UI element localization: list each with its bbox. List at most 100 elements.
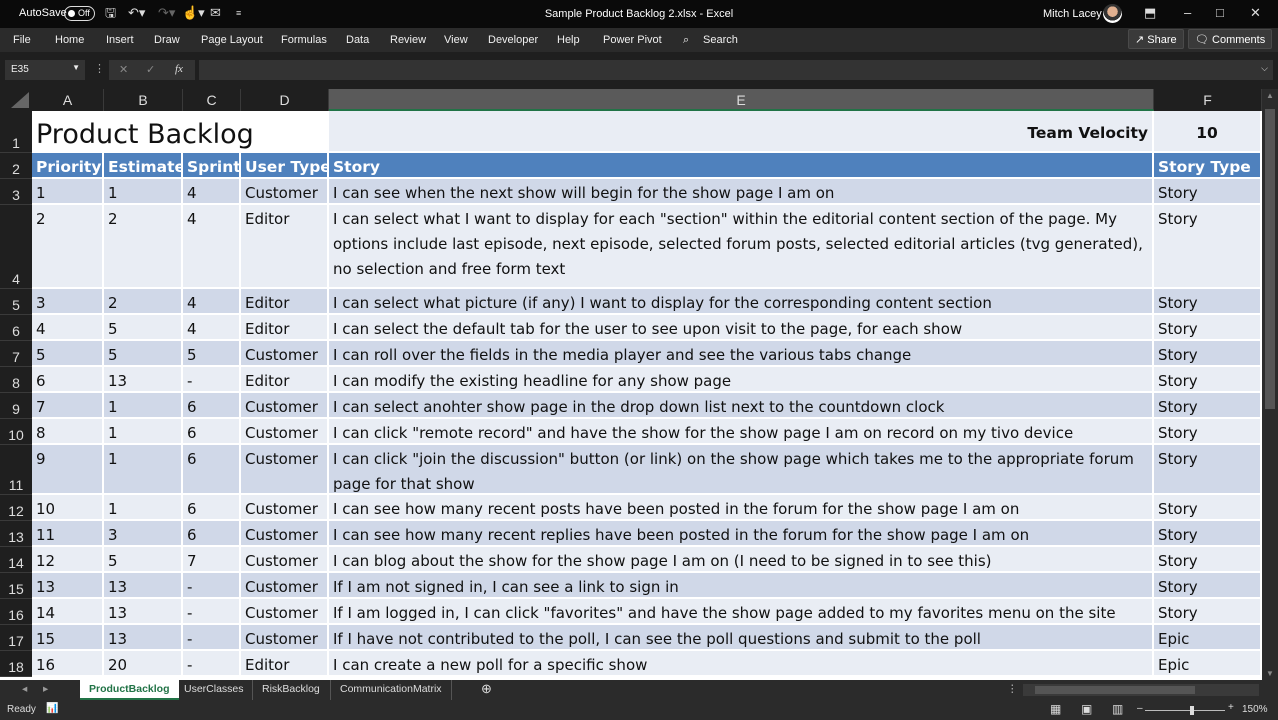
cell-sprint[interactable]: -: [183, 573, 241, 599]
cell-priority[interactable]: 15: [32, 625, 104, 651]
cell-estimate[interactable]: 5: [104, 341, 183, 367]
cell-estimate[interactable]: 2: [104, 289, 183, 315]
cell-estimate[interactable]: 1: [104, 393, 183, 419]
select-all-button[interactable]: [0, 89, 32, 111]
next-sheet-icon[interactable]: ▸: [43, 683, 48, 695]
row-header[interactable]: 3: [0, 179, 32, 205]
menu-formulas[interactable]: Formulas: [281, 34, 327, 46]
cell-sprint[interactable]: 4: [183, 179, 241, 205]
horizontal-scroll-thumb[interactable]: [1035, 686, 1195, 694]
scroll-down-icon[interactable]: ▼: [1266, 669, 1274, 678]
row-header[interactable]: 1: [0, 111, 32, 153]
name-box[interactable]: E35 ▼: [5, 60, 85, 80]
cell-priority[interactable]: 13: [32, 573, 104, 599]
row-header[interactable]: 8: [0, 367, 32, 393]
cell-story-type[interactable]: Story: [1154, 445, 1262, 495]
row-header[interactable]: 11: [0, 445, 32, 495]
macro-record-icon[interactable]: 📊: [46, 703, 58, 714]
search-icon[interactable]: ⌕: [683, 34, 689, 47]
column-header-c[interactable]: C: [183, 89, 241, 111]
row-header[interactable]: 6: [0, 315, 32, 341]
cell-story-type[interactable]: Epic: [1154, 651, 1262, 677]
cell-story-type[interactable]: Story: [1154, 599, 1262, 625]
horizontal-scrollbar[interactable]: [1023, 684, 1259, 696]
chevron-down-icon[interactable]: ▼: [72, 63, 80, 72]
cell-priority[interactable]: 8: [32, 419, 104, 445]
row-header[interactable]: 13: [0, 521, 32, 547]
cell-sprint[interactable]: 6: [183, 393, 241, 419]
cell-story[interactable]: If I have not contributed to the poll, I…: [329, 625, 1154, 651]
zoom-in-icon[interactable]: +: [1228, 702, 1234, 713]
cell-sprint[interactable]: 5: [183, 341, 241, 367]
cell-story-type[interactable]: Story: [1154, 315, 1262, 341]
menu-file[interactable]: File: [13, 34, 31, 46]
cell-priority[interactable]: 11: [32, 521, 104, 547]
cell-story[interactable]: I can click "remote record" and have the…: [329, 419, 1154, 445]
cell-story[interactable]: I can see how many recent posts have bee…: [329, 495, 1154, 521]
row-header[interactable]: 7: [0, 341, 32, 367]
cell-user-type[interactable]: Editor: [241, 315, 329, 341]
cell-story[interactable]: If I am logged in, I can click "favorite…: [329, 599, 1154, 625]
cell-priority[interactable]: 14: [32, 599, 104, 625]
cell-story[interactable]: I can select anohter show page in the dr…: [329, 393, 1154, 419]
cell-user-type[interactable]: Customer: [241, 495, 329, 521]
cell-story-type[interactable]: Story: [1154, 289, 1262, 315]
cell-story-type[interactable]: Story: [1154, 341, 1262, 367]
avatar[interactable]: [1103, 4, 1122, 23]
ribbon-display-options-icon[interactable]: ⬒: [1144, 5, 1156, 21]
cell-story-type[interactable]: Story: [1154, 367, 1262, 393]
cell-sprint[interactable]: 6: [183, 495, 241, 521]
cell-sprint[interactable]: -: [183, 651, 241, 677]
close-icon[interactable]: ✕: [1250, 5, 1261, 21]
team-velocity-value[interactable]: 10: [1154, 111, 1262, 153]
cell-priority[interactable]: 3: [32, 289, 104, 315]
cell-estimate[interactable]: 5: [104, 547, 183, 573]
enter-icon[interactable]: ✓: [146, 63, 155, 76]
cell-story-type[interactable]: Story: [1154, 205, 1262, 289]
cell-priority[interactable]: 10: [32, 495, 104, 521]
row-header[interactable]: 16: [0, 599, 32, 625]
cell-story[interactable]: If I am not signed in, I can see a link …: [329, 573, 1154, 599]
cell-sprint[interactable]: 6: [183, 419, 241, 445]
share-button[interactable]: ↗ Share: [1128, 29, 1184, 49]
menu-draw[interactable]: Draw: [154, 34, 180, 46]
column-label-sprint[interactable]: Sprint: [183, 153, 241, 179]
cell-story-type[interactable]: Story: [1154, 495, 1262, 521]
cell-user-type[interactable]: Editor: [241, 205, 329, 289]
column-label-user-type[interactable]: User Type: [241, 153, 329, 179]
row-header[interactable]: 5: [0, 289, 32, 315]
cell-estimate[interactable]: 2: [104, 205, 183, 289]
cell-story[interactable]: I can modify the existing headline for a…: [329, 367, 1154, 393]
menu-page-layout[interactable]: Page Layout: [201, 34, 263, 46]
cell-story-type[interactable]: Story: [1154, 179, 1262, 205]
cell-user-type[interactable]: Customer: [241, 625, 329, 651]
cell-user-type[interactable]: Customer: [241, 419, 329, 445]
row-header[interactable]: 14: [0, 547, 32, 573]
sheet-tab-productbacklog[interactable]: ProductBacklog: [80, 680, 179, 700]
row-header[interactable]: 9: [0, 393, 32, 419]
cell-sprint[interactable]: 4: [183, 205, 241, 289]
column-header-b[interactable]: B: [104, 89, 183, 111]
comments-button[interactable]: 🗨 Comments: [1188, 29, 1273, 49]
menu-data[interactable]: Data: [346, 34, 369, 46]
cell-estimate[interactable]: 1: [104, 445, 183, 495]
cell-story[interactable]: I can see when the next show will begin …: [329, 179, 1154, 205]
cell-user-type[interactable]: Customer: [241, 521, 329, 547]
menu-review[interactable]: Review: [390, 34, 426, 46]
cell-sprint[interactable]: 4: [183, 289, 241, 315]
minimize-icon[interactable]: –: [1184, 5, 1191, 20]
cell-estimate[interactable]: 13: [104, 625, 183, 651]
menu-help[interactable]: Help: [557, 34, 580, 46]
row-header[interactable]: 15: [0, 573, 32, 599]
normal-view-icon[interactable]: ▦: [1050, 702, 1061, 716]
maximize-icon[interactable]: □: [1216, 5, 1224, 20]
row-header[interactable]: 12: [0, 495, 32, 521]
add-sheet-icon[interactable]: ⊕: [481, 681, 492, 697]
vertical-scrollbar[interactable]: ▲ ▼: [1262, 89, 1278, 680]
cell-estimate[interactable]: 13: [104, 599, 183, 625]
page-layout-view-icon[interactable]: ▣: [1081, 702, 1092, 716]
cell-user-type[interactable]: Customer: [241, 393, 329, 419]
column-label-estimate[interactable]: Estimate: [104, 153, 183, 179]
cell-user-type[interactable]: Editor: [241, 367, 329, 393]
user-name[interactable]: Mitch Lacey: [1043, 8, 1102, 20]
